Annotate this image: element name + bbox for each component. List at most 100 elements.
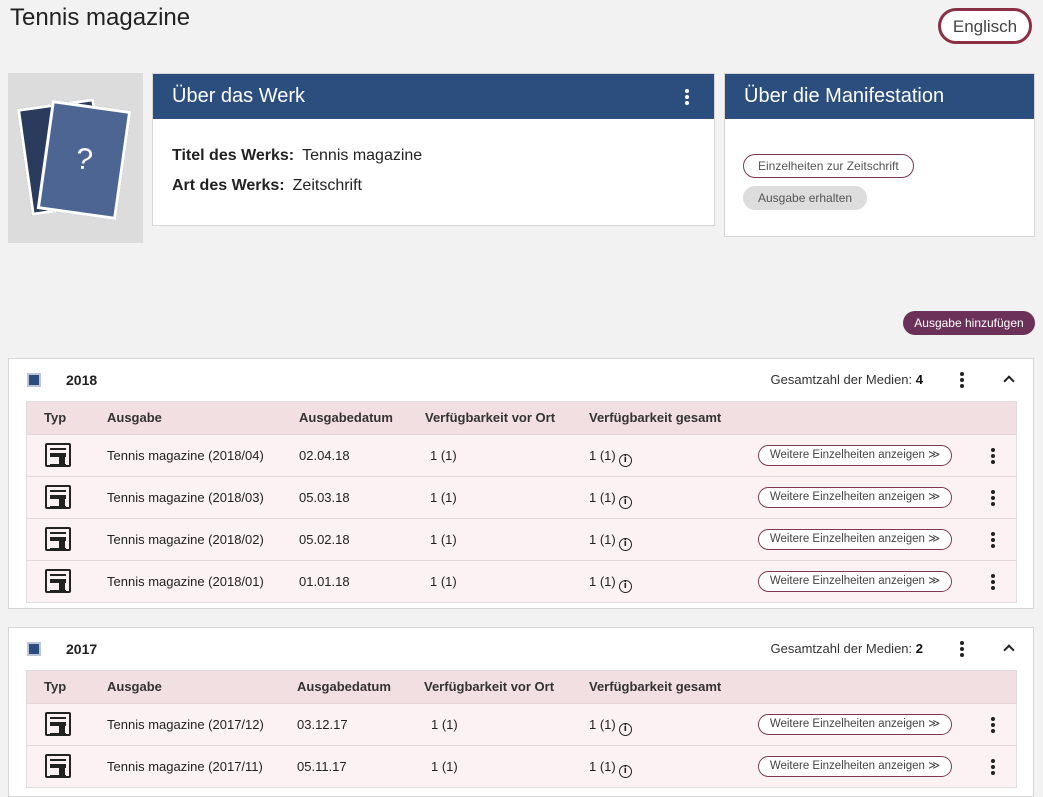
language-button[interactable]: Englisch xyxy=(938,8,1032,44)
col-date: Ausgabedatum xyxy=(297,679,391,694)
total-availability: 1 (1) i xyxy=(589,448,632,467)
local-availability: 1 (1) xyxy=(430,448,457,463)
work-title-value: Tennis magazine xyxy=(302,147,423,164)
issue-name: Tennis magazine (2017/11) xyxy=(107,759,263,774)
newspaper-icon xyxy=(45,754,71,778)
issue-date: 05.11.17 xyxy=(297,759,347,774)
table-row: Tennis magazine (2018/01) 01.01.18 1 (1)… xyxy=(27,560,1016,602)
work-type-row: Art des Werks: Zeitschrift xyxy=(172,177,695,195)
local-availability: 1 (1) xyxy=(431,717,458,732)
more-details-button[interactable]: Weitere Einzelheiten anzeigen ≫ xyxy=(758,714,952,735)
kebab-menu-icon[interactable] xyxy=(988,716,998,734)
issue-date: 05.02.18 xyxy=(299,532,350,547)
total-availability: 1 (1) i xyxy=(589,490,632,509)
manifestation-card-title: Über die Manifestation xyxy=(744,85,945,107)
info-icon[interactable]: i xyxy=(618,496,632,509)
more-details-button[interactable]: Weitere Einzelheiten anzeigen ≫ xyxy=(758,756,952,777)
col-date: Ausgabedatum xyxy=(299,410,393,425)
col-total: Verfügbarkeit gesamt xyxy=(589,679,722,694)
issue-name: Tennis magazine (2017/12) xyxy=(107,717,264,732)
issue-name: Tennis magazine (2018/01) xyxy=(107,574,264,589)
media-total: Gesamtzahl der Medien: 4 xyxy=(770,372,923,387)
newspaper-icon xyxy=(45,712,71,736)
total-availability: 1 (1) i xyxy=(589,532,632,551)
work-type-value: Zeitschrift xyxy=(292,177,362,194)
table-row: Tennis magazine (2017/12) 03.12.17 1 (1)… xyxy=(27,703,1016,745)
col-issue: Ausgabe xyxy=(107,679,162,694)
col-total: Verfügbarkeit gesamt xyxy=(589,410,722,425)
issue-name: Tennis magazine (2018/02) xyxy=(107,532,264,547)
year-label: 2018 xyxy=(66,372,98,388)
issue-name: Tennis magazine (2018/04) xyxy=(107,448,264,463)
total-availability: 1 (1) i xyxy=(589,759,632,778)
kebab-menu-icon[interactable] xyxy=(957,640,967,658)
manifestation-card-header: Über die Manifestation xyxy=(725,74,1034,119)
col-type: Typ xyxy=(44,679,67,694)
info-icon[interactable]: i xyxy=(618,538,632,551)
year-header[interactable]: 2018 Gesamtzahl der Medien: 4 xyxy=(9,359,1033,401)
more-details-button[interactable]: Weitere Einzelheiten anzeigen ≫ xyxy=(758,529,952,550)
receive-issue-button[interactable]: Ausgabe erhalten xyxy=(743,186,868,210)
info-icon[interactable]: i xyxy=(618,723,632,736)
media-total: Gesamtzahl der Medien: 2 xyxy=(770,641,923,656)
col-local: Verfügbarkeit vor Ort xyxy=(424,679,555,694)
issues-table: Typ Ausgabe Ausgabedatum Verfügbarkeit v… xyxy=(26,401,1017,603)
kebab-menu-icon[interactable] xyxy=(957,371,967,389)
media-total-count: 4 xyxy=(915,372,923,387)
chevron-up-icon[interactable] xyxy=(1003,375,1015,387)
local-availability: 1 (1) xyxy=(430,532,457,547)
info-icon[interactable]: i xyxy=(618,580,632,593)
work-card-title: Über das Werk xyxy=(172,85,306,107)
table-row: Tennis magazine (2017/11) 05.11.17 1 (1)… xyxy=(27,745,1016,787)
col-issue: Ausgabe xyxy=(107,410,162,425)
newspaper-icon xyxy=(45,485,71,509)
manifestation-card: Über die Manifestation Einzelheiten zur … xyxy=(724,73,1035,237)
year-group: 2018 Gesamtzahl der Medien: 4 Typ Ausgab… xyxy=(8,358,1034,609)
kebab-menu-icon[interactable] xyxy=(988,573,998,591)
more-details-button[interactable]: Weitere Einzelheiten anzeigen ≫ xyxy=(758,445,952,466)
local-availability: 1 (1) xyxy=(430,490,457,505)
info-icon[interactable]: i xyxy=(618,765,632,778)
issue-date: 01.01.18 xyxy=(299,574,350,589)
table-row: Tennis magazine (2018/02) 05.02.18 1 (1)… xyxy=(27,518,1016,560)
work-title-label: Titel des Werks: xyxy=(172,147,295,164)
cover-placeholder: ? xyxy=(8,73,143,243)
table-header: Typ Ausgabe Ausgabedatum Verfügbarkeit v… xyxy=(27,671,1016,703)
media-total-count: 2 xyxy=(915,641,923,656)
chevron-up-icon[interactable] xyxy=(1003,644,1015,656)
kebab-menu-icon[interactable] xyxy=(988,531,998,549)
year-group: 2017 Gesamtzahl der Medien: 2 Typ Ausgab… xyxy=(8,627,1034,797)
kebab-menu-icon[interactable] xyxy=(988,489,998,507)
year-label: 2017 xyxy=(66,641,98,657)
add-issue-button[interactable]: Ausgabe hinzufügen xyxy=(903,311,1035,335)
work-card: Über das Werk Titel des Werks: Tennis mag… xyxy=(152,73,715,226)
total-availability: 1 (1) i xyxy=(589,717,632,736)
more-details-button[interactable]: Weitere Einzelheiten anzeigen ≫ xyxy=(758,487,952,508)
kebab-menu-icon[interactable] xyxy=(682,88,692,106)
table-header: Typ Ausgabe Ausgabedatum Verfügbarkeit v… xyxy=(27,402,1016,434)
total-availability: 1 (1) i xyxy=(589,574,632,593)
work-card-header: Über das Werk xyxy=(153,74,714,119)
year-header[interactable]: 2017 Gesamtzahl der Medien: 2 xyxy=(9,628,1033,670)
cover-question-icon: ? xyxy=(36,99,132,221)
table-row: Tennis magazine (2018/04) 02.04.18 1 (1)… xyxy=(27,434,1016,476)
col-local: Verfügbarkeit vor Ort xyxy=(425,410,556,425)
local-availability: 1 (1) xyxy=(431,759,458,774)
info-icon[interactable]: i xyxy=(618,454,632,467)
issues-table: Typ Ausgabe Ausgabedatum Verfügbarkeit v… xyxy=(26,670,1017,788)
kebab-menu-icon[interactable] xyxy=(988,758,998,776)
journal-details-button[interactable]: Einzelheiten zur Zeitschrift xyxy=(743,154,914,178)
newspaper-icon xyxy=(45,569,71,593)
col-type: Typ xyxy=(44,410,67,425)
issue-date: 05.03.18 xyxy=(299,490,350,505)
issue-date: 03.12.17 xyxy=(297,717,348,732)
kebab-menu-icon[interactable] xyxy=(988,447,998,465)
work-type-label: Art des Werks: xyxy=(172,177,285,194)
more-details-button[interactable]: Weitere Einzelheiten anzeigen ≫ xyxy=(758,571,952,592)
page-title: Tennis magazine xyxy=(10,4,191,31)
table-row: Tennis magazine (2018/03) 05.03.18 1 (1)… xyxy=(27,476,1016,518)
year-thumbnail-icon xyxy=(27,373,41,387)
newspaper-icon xyxy=(45,443,71,467)
work-title-row: Titel des Werks: Tennis magazine xyxy=(172,147,695,165)
issue-date: 02.04.18 xyxy=(299,448,350,463)
